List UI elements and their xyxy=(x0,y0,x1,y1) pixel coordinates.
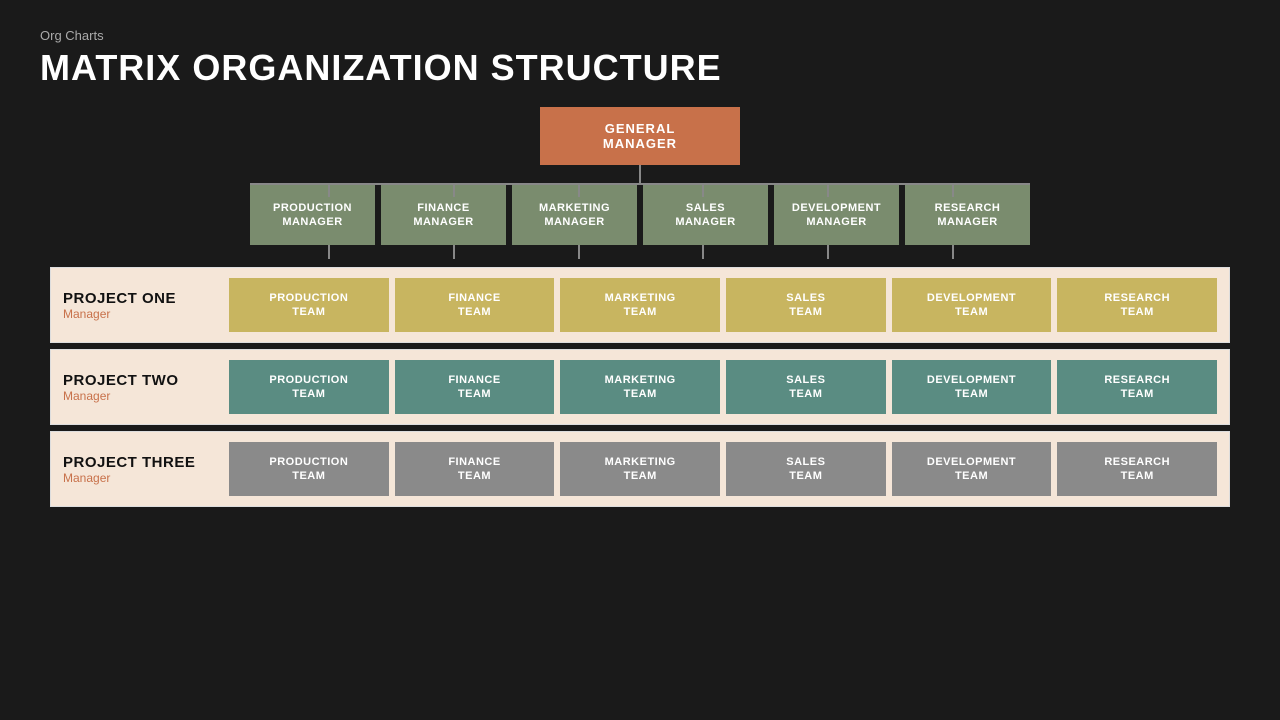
manager-production: PRODUCTIONMANAGER xyxy=(250,185,375,245)
p3-marketing-team: MARKETINGTEAM xyxy=(560,442,720,496)
tick-4 xyxy=(702,183,704,197)
p3-sales-team: SALESTEAM xyxy=(726,442,886,496)
p2-development-team: DEVELOPMENTTEAM xyxy=(892,360,1052,414)
p3-finance-team: FINANCETEAM xyxy=(395,442,555,496)
project-two-teams: PRODUCTIONTEAM FINANCETEAM MARKETINGTEAM… xyxy=(229,360,1217,414)
projects-area: PROJECT ONE Manager PRODUCTIONTEAM FINAN… xyxy=(50,267,1230,507)
project-three-teams: PRODUCTIONTEAM FINANCETEAM MARKETINGTEAM… xyxy=(229,442,1217,496)
tick-5 xyxy=(827,183,829,197)
p1-sales-team: SALESTEAM xyxy=(726,278,886,332)
gm-vertical-line xyxy=(639,165,641,183)
manager-marketing: MARKETINGMANAGER xyxy=(512,185,637,245)
p1-finance-team: FINANCETEAM xyxy=(395,278,555,332)
tick-2 xyxy=(453,183,455,197)
p1-production-team: PRODUCTIONTEAM xyxy=(229,278,389,332)
chart-area: GENERAL MANAGER PRODUCTIONMANAGER FINANC… xyxy=(40,107,1240,700)
project-three-manager: Manager xyxy=(63,471,110,485)
project-three-name: PROJECT THREE xyxy=(63,454,195,471)
manager-sales: SALESMANAGER xyxy=(643,185,768,245)
project-two-row: PROJECT TWO Manager PRODUCTIONTEAM FINAN… xyxy=(50,349,1230,425)
manager-to-projects-connector xyxy=(250,245,1030,259)
manager-finance: FINANCEMANAGER xyxy=(381,185,506,245)
p2-marketing-team: MARKETINGTEAM xyxy=(560,360,720,414)
p2-sales-team: SALESTEAM xyxy=(726,360,886,414)
p1-marketing-team: MARKETINGTEAM xyxy=(560,278,720,332)
project-one-manager: Manager xyxy=(63,307,110,321)
p3-production-team: PRODUCTIONTEAM xyxy=(229,442,389,496)
title: MATRIX ORGANIZATION STRUCTURE xyxy=(40,47,1240,89)
project-two-name: PROJECT TWO xyxy=(63,372,179,389)
gm-box: GENERAL MANAGER xyxy=(540,107,740,165)
project-one-label: PROJECT ONE Manager xyxy=(63,290,223,321)
project-one-teams: PRODUCTIONTEAM FINANCETEAM MARKETINGTEAM… xyxy=(229,278,1217,332)
p1-development-team: DEVELOPMENTTEAM xyxy=(892,278,1052,332)
h-connector-line xyxy=(250,183,1030,185)
p2-finance-team: FINANCETEAM xyxy=(395,360,555,414)
tick-3 xyxy=(578,183,580,197)
project-one-name: PROJECT ONE xyxy=(63,290,176,307)
page: Org Charts MATRIX ORGANIZATION STRUCTURE… xyxy=(0,0,1280,720)
tick-6 xyxy=(952,183,954,197)
project-two-label: PROJECT TWO Manager xyxy=(63,372,223,403)
project-three-label: PROJECT THREE Manager xyxy=(63,454,223,485)
manager-research: RESEARCHMANAGER xyxy=(905,185,1030,245)
subtitle: Org Charts xyxy=(40,28,1240,43)
p1-research-team: RESEARCHTEAM xyxy=(1057,278,1217,332)
p3-development-team: DEVELOPMENTTEAM xyxy=(892,442,1052,496)
p2-production-team: PRODUCTIONTEAM xyxy=(229,360,389,414)
tick-1 xyxy=(328,183,330,197)
project-two-manager: Manager xyxy=(63,389,110,403)
project-three-row: PROJECT THREE Manager PRODUCTIONTEAM FIN… xyxy=(50,431,1230,507)
p2-research-team: RESEARCHTEAM xyxy=(1057,360,1217,414)
project-one-row: PROJECT ONE Manager PRODUCTIONTEAM FINAN… xyxy=(50,267,1230,343)
manager-row: PRODUCTIONMANAGER FINANCEMANAGER MARKETI… xyxy=(250,185,1030,245)
p3-research-team: RESEARCHTEAM xyxy=(1057,442,1217,496)
manager-development: DEVELOPMENTMANAGER xyxy=(774,185,899,245)
